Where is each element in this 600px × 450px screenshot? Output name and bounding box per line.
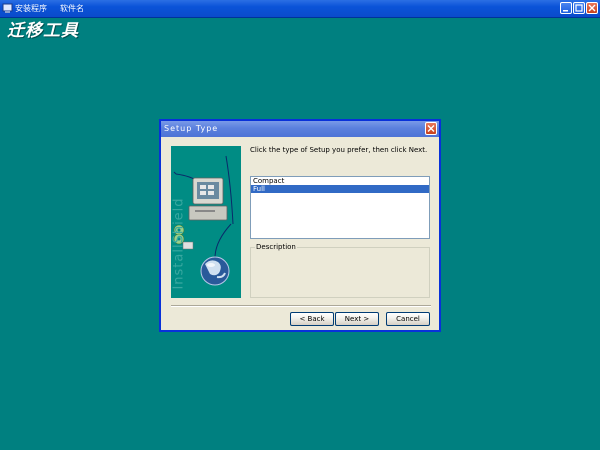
host-window-title: 安装程序 bbox=[15, 4, 47, 13]
dialog-close-button[interactable] bbox=[425, 122, 437, 135]
setup-type-listbox[interactable]: Compact Full bbox=[250, 176, 430, 239]
setup-option-compact[interactable]: Compact bbox=[251, 177, 429, 185]
description-group: Description bbox=[250, 243, 430, 298]
host-window-menu-label[interactable]: 软件名 bbox=[60, 3, 84, 14]
window-controls bbox=[560, 2, 598, 14]
brand-logo: 迁移工具 bbox=[7, 21, 79, 41]
computer-icon bbox=[188, 177, 228, 221]
setup-type-dialog: Setup Type InstallShield Click the type … bbox=[160, 120, 440, 331]
button-divider bbox=[171, 305, 431, 307]
setup-option-full[interactable]: Full bbox=[251, 185, 429, 193]
next-button[interactable]: Next > bbox=[335, 312, 379, 326]
close-button[interactable] bbox=[586, 2, 598, 14]
minimize-button[interactable] bbox=[560, 2, 572, 14]
app-icon bbox=[2, 3, 13, 14]
instruction-text: Click the type of Setup you prefer, then… bbox=[250, 146, 428, 154]
dialog-titlebar: Setup Type bbox=[161, 121, 439, 137]
installshield-watermark: InstallShield bbox=[171, 197, 187, 290]
globe-icon bbox=[200, 256, 230, 286]
description-label: Description bbox=[255, 243, 297, 252]
dialog-title: Setup Type bbox=[164, 124, 219, 133]
host-window-titlebar: 安装程序 软件名 bbox=[0, 0, 600, 18]
maximize-button[interactable] bbox=[573, 2, 585, 14]
back-button[interactable]: < Back bbox=[290, 312, 334, 326]
cancel-button[interactable]: Cancel bbox=[386, 312, 430, 326]
installshield-side-image: InstallShield bbox=[171, 146, 241, 298]
